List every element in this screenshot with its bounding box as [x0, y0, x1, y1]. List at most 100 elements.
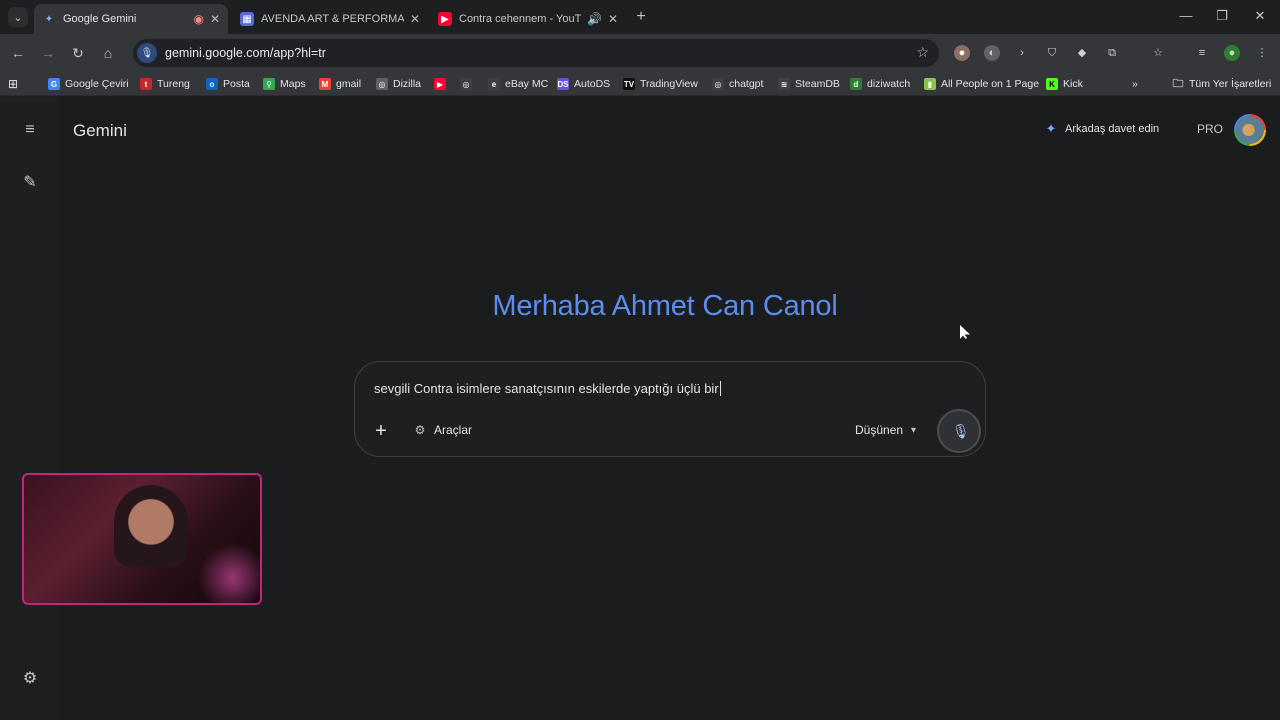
close-tab-icon[interactable]: ✕	[410, 12, 420, 26]
menu-icon[interactable]: ≡	[20, 120, 40, 140]
model-mode-dropdown[interactable]: Düşünen ▾	[855, 423, 916, 437]
recording-icon: ◉	[193, 12, 204, 26]
add-attachment-button[interactable]: +	[370, 420, 392, 442]
more-bookmarks-icon[interactable]: »	[1132, 76, 1138, 92]
address-bar[interactable]: 🎙 gemini.google.com/app?hl=tr ☆	[133, 39, 939, 67]
bookmark-kick[interactable]: K Kick	[1046, 76, 1083, 92]
chevron-down-icon: ▾	[911, 424, 917, 436]
reload-button[interactable]: ↻	[68, 43, 88, 63]
extension-icon[interactable]: ›	[1014, 45, 1030, 61]
tab-avenda[interactable]: ▦ AVENDA ART & PERFORMANCE ✕	[232, 4, 428, 34]
invite-label: Arkadaş davet edin	[1065, 123, 1160, 135]
greeting-text: Merhaba Ahmet Can Canol	[492, 290, 838, 322]
chatgpt-icon: ◎	[712, 78, 724, 90]
maps-pin-icon: ⚲	[263, 78, 275, 90]
translate-icon: G	[48, 78, 60, 90]
text-caret	[719, 381, 721, 396]
puzzle-icon[interactable]: ⧉	[1104, 45, 1120, 61]
gemini-spark-icon: ✦	[44, 13, 54, 25]
invite-friends-button[interactable]: ✦ Arkadaş davet edin	[1044, 121, 1160, 136]
bookmark-diziwatch[interactable]: d diziwatch	[850, 76, 910, 92]
tab-title: AVENDA ART & PERFORMANCE	[261, 13, 404, 25]
bookmark-maps[interactable]: ⚲ Maps	[263, 76, 306, 92]
new-tab-button[interactable]: +	[632, 8, 650, 26]
youtube-icon: ▶	[438, 12, 452, 26]
microphone-button[interactable]: 🎙	[937, 409, 981, 453]
tab-youtube[interactable]: ▶ Contra cehennem - YouTube 🔊 ✕	[430, 4, 626, 34]
all-bookmarks-folder[interactable]: 🗀 Tüm Yer İşaretleri	[1172, 76, 1272, 92]
menu-dots-icon[interactable]: ⋮	[1254, 45, 1270, 61]
chevron-down-icon: ⌄	[13, 11, 23, 24]
bookmark-star-icon[interactable]: ☆	[916, 44, 929, 61]
minimize-button[interactable]: —	[1176, 8, 1196, 23]
tureng-icon: t	[140, 78, 152, 90]
microphone-icon[interactable]: 🎙	[137, 43, 157, 63]
bookmark-steamdb[interactable]: ≋ SteamDB	[778, 76, 840, 92]
outlook-icon: o	[206, 78, 218, 90]
kick-icon: K	[1046, 78, 1058, 90]
prompt-text: sevgili Contra isimlere sanatçısının esk…	[374, 381, 719, 396]
browser-toolbar: ← → ↻ ⌂ 🎙 gemini.google.com/app?hl=tr ☆ …	[0, 34, 1280, 72]
shield-icon[interactable]: ⛉	[1044, 45, 1060, 61]
home-button[interactable]: ⌂	[98, 43, 118, 63]
restore-button[interactable]: ❐	[1212, 8, 1232, 24]
bookmark-posta[interactable]: o Posta	[206, 76, 250, 92]
tab-search-button[interactable]: ⌄	[8, 7, 28, 27]
bookmark-gmail[interactable]: Mgmail	[319, 76, 361, 92]
apps-grid-icon[interactable]: ⊞	[8, 76, 18, 92]
bookmark-google-ceviri[interactable]: G Google Çeviri	[48, 76, 129, 92]
back-button[interactable]: ←	[8, 43, 28, 63]
steamdb-icon: ≋	[778, 78, 790, 90]
spark-icon: ✦	[1045, 121, 1057, 136]
close-tab-icon[interactable]: ✕	[608, 12, 618, 26]
bookmarks-icon[interactable]: ☆	[1150, 45, 1166, 61]
tab-strip: ⌄ ✦ Google Gemini ◉ ✕ ▦ AVENDA ART & PER…	[0, 0, 1280, 34]
mode-label: Düşünen	[855, 423, 904, 437]
bookmark-youtube[interactable]: ▶	[434, 76, 451, 92]
extension-icon[interactable]: ●	[954, 45, 970, 61]
profile-icon[interactable]: ●	[1224, 45, 1240, 61]
streamer-image	[114, 485, 188, 567]
close-tab-icon[interactable]: ✕	[210, 12, 220, 26]
tools-sliders-icon: ⚙	[414, 423, 426, 437]
gmail-icon: M	[319, 78, 331, 90]
prompt-input[interactable]: sevgili Contra isimlere sanatçısının esk…	[374, 381, 721, 396]
youtube-icon: ▶	[434, 78, 446, 90]
bookmark-tradingview[interactable]: TV TradingView	[623, 76, 698, 92]
tools-label: Araçlar	[434, 423, 473, 437]
pro-badge[interactable]: PRO	[1192, 117, 1228, 141]
tradingview-icon: TV	[623, 78, 635, 90]
bookmark-all-people[interactable]: ▮ All People on 1 Page	[924, 76, 1039, 92]
bookmark-tureng[interactable]: t Tureng	[140, 76, 190, 92]
bookmark-dizilla[interactable]: ◎ Dizilla	[376, 76, 421, 92]
tab-title: Google Gemini	[63, 13, 137, 25]
media-control-icon[interactable]: ≡	[1194, 45, 1210, 61]
plus-icon: +	[375, 420, 387, 442]
audio-playing-icon[interactable]: 🔊	[587, 12, 602, 26]
bookmark-chatgpt[interactable]: ◎ chatgpt	[712, 76, 763, 92]
avatar[interactable]	[1234, 114, 1266, 146]
forward-button[interactable]: →	[38, 43, 58, 63]
url-text[interactable]: gemini.google.com/app?hl=tr	[165, 46, 326, 60]
bookmark-openai[interactable]: ◎	[460, 76, 477, 92]
new-chat-icon[interactable]: ✎	[20, 173, 40, 193]
autods-icon: DS	[557, 78, 569, 90]
globe-icon: ◎	[376, 78, 388, 90]
tab-title: Contra cehennem - YouTube	[459, 13, 581, 25]
bookmark-ebay-mc[interactable]: e eBay MC	[488, 76, 548, 92]
openai-icon: ◎	[460, 78, 472, 90]
close-window-button[interactable]: ✕	[1250, 8, 1270, 24]
avatar-image	[1236, 116, 1264, 144]
extension-icon[interactable]: ◆	[1074, 45, 1090, 61]
folder-icon: 🗀	[1172, 77, 1184, 90]
bookmark-autods[interactable]: DS AutoDS	[557, 76, 610, 92]
tab-google-gemini[interactable]: ✦ Google Gemini ◉ ✕	[34, 4, 228, 34]
webcam-overlay	[22, 473, 262, 605]
extension-icon[interactable]: ◐	[984, 45, 1000, 61]
brand-title[interactable]: Gemini	[73, 121, 127, 141]
settings-gear-icon[interactable]: ⚙	[20, 669, 40, 689]
side-rail: ≡ ✎ ⚙	[0, 97, 60, 720]
tools-button[interactable]: ⚙ Araçlar	[413, 423, 472, 437]
prompt-composer: sevgili Contra isimlere sanatçısının esk…	[354, 361, 986, 457]
diziwatch-icon: d	[850, 78, 862, 90]
